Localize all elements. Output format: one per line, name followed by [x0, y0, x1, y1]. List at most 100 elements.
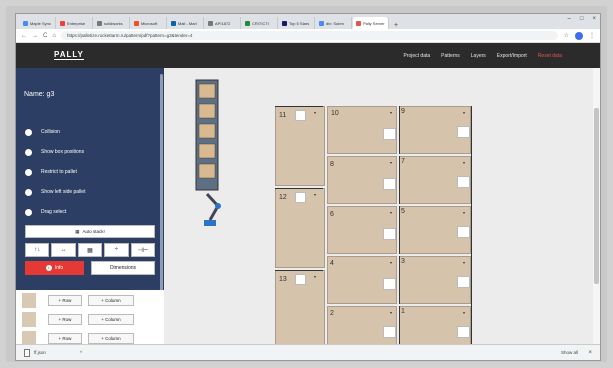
info-label: Info — [54, 265, 64, 271]
menu-patterns[interactable]: Patterns — [441, 53, 460, 59]
toggle-knob[interactable] — [25, 168, 32, 176]
box-swatch — [22, 312, 36, 327]
box-label: 8 — [330, 161, 334, 168]
chevron-up-icon[interactable]: ^ — [80, 350, 82, 355]
tab-favicon-icon — [171, 20, 176, 26]
toggle-knob[interactable] — [25, 188, 32, 196]
browser-tab[interactable]: Pally Server — [353, 17, 389, 29]
menu-export-import[interactable]: Export/Import — [497, 53, 527, 59]
toggle-show-left-side-pallet[interactable]: Show left side pallet — [25, 182, 85, 202]
box-menu-icon[interactable]: ▾ — [463, 260, 465, 265]
home-icon[interactable]: ⌂ — [52, 33, 56, 39]
show-all-link[interactable]: Show all — [561, 350, 578, 355]
box-handle[interactable] — [295, 110, 306, 121]
toggle-knob[interactable] — [25, 148, 32, 156]
maximize-icon[interactable]: □ — [580, 16, 584, 22]
auto-stack-button[interactable]: ▦ Auto stack! — [25, 225, 155, 238]
box-menu-icon[interactable]: ▾ — [390, 260, 392, 265]
box-menu-icon[interactable]: ▾ — [463, 160, 465, 165]
box-menu-icon[interactable]: ▾ — [314, 274, 316, 279]
box-label: 13 — [279, 276, 287, 283]
forward-icon[interactable]: → — [32, 33, 38, 39]
add-column-button[interactable]: + Column — [88, 333, 134, 344]
box-handle[interactable] — [457, 226, 470, 238]
box-handle[interactable] — [383, 326, 396, 338]
box-menu-icon[interactable]: ▾ — [390, 310, 392, 315]
download-item[interactable]: ff.json ^ — [24, 348, 82, 357]
box-handle[interactable] — [383, 178, 396, 190]
box-handle[interactable] — [295, 192, 306, 203]
tab-label: div: Subm — [326, 20, 344, 26]
url-field[interactable]: https://palletize.rockettarm.ru/pattern/… — [60, 31, 558, 40]
app-menu: Project data Patterns Layers Export/Impo… — [403, 43, 562, 68]
box-handle[interactable] — [383, 228, 396, 240]
browser-tab[interactable]: Mail - Mari — [168, 17, 204, 29]
box-menu-icon[interactable]: ▾ — [463, 310, 465, 315]
center-vertical-icon[interactable]: ÷ — [104, 243, 129, 257]
minimize-icon[interactable]: – — [568, 16, 571, 22]
pattern-canvas[interactable]: 11 ▾ 12 ▾ 13 ▾ 10 ▾ 8 ▾ 6 ▾ 4 ▾ 2 ▾ 9 ▾ … — [164, 68, 600, 354]
box-handle[interactable] — [295, 274, 306, 285]
scrollbar-thumb[interactable] — [594, 108, 599, 284]
browser-tab[interactable]: CRITICTI — [242, 17, 278, 29]
dimensions-button[interactable]: Dimensions — [91, 261, 155, 275]
grid-icon[interactable]: ▦ — [77, 243, 103, 257]
browser-tab[interactable]: API1872 — [205, 17, 241, 29]
canvas-scrollbar[interactable] — [593, 68, 600, 344]
browser-tab[interactable]: div: Subm — [316, 17, 352, 29]
box-handle[interactable] — [383, 128, 396, 140]
browser-tab[interactable]: solidworks — [94, 17, 130, 29]
toggle-show-box-positions[interactable]: Show box positions — [25, 142, 85, 162]
box-menu-icon[interactable]: ▾ — [390, 210, 392, 215]
toggle-label: Collision — [41, 129, 60, 135]
box-menu-icon[interactable]: ▾ — [463, 210, 465, 215]
toggle-drag-select[interactable]: Drag select — [25, 202, 85, 222]
box-menu-icon[interactable]: ▾ — [390, 110, 392, 115]
menu-layers[interactable]: Layers — [471, 53, 486, 59]
flip-horizontal-icon[interactable]: ↔ — [51, 243, 76, 257]
browser-menu-icon[interactable]: ⋮ — [589, 32, 595, 39]
browser-tab[interactable]: Maple Sync — [20, 17, 56, 29]
box-edge — [399, 256, 400, 304]
flip-vertical-icon[interactable]: ↑↓ — [25, 243, 50, 257]
add-row-button[interactable]: + Row — [48, 333, 82, 344]
box-handle[interactable] — [457, 326, 470, 338]
box-label: 2 — [330, 310, 334, 317]
toggle-collision[interactable]: Collision — [25, 122, 85, 142]
add-column-button[interactable]: + Column — [88, 295, 134, 306]
toggle-label: Show left side pallet — [41, 189, 86, 195]
tab-favicon-icon — [134, 20, 139, 26]
back-icon[interactable]: ← — [21, 33, 27, 39]
toggle-knob[interactable] — [25, 128, 32, 136]
browser-tab[interactable]: Top 5 Stars — [279, 17, 315, 29]
menu-project-data[interactable]: Project data — [403, 53, 430, 59]
bookmark-star-icon[interactable]: ☆ — [564, 32, 569, 39]
browser-tab[interactable]: Enterprise — [57, 17, 93, 29]
close-window-icon[interactable]: × — [592, 16, 596, 22]
box-handle[interactable] — [457, 276, 470, 288]
browser-tab[interactable]: Microsoft — [131, 17, 167, 29]
toggle-restrict-to-pallet[interactable]: Restrict to pallet — [25, 162, 85, 182]
info-button[interactable]: i Info — [25, 261, 84, 275]
box-handle[interactable] — [383, 278, 396, 290]
add-row-button[interactable]: + Row — [48, 295, 82, 306]
box-handle[interactable] — [457, 176, 470, 188]
box-menu-icon[interactable]: ▾ — [314, 110, 316, 115]
box-menu-icon[interactable]: ▾ — [390, 160, 392, 165]
profile-avatar[interactable] — [575, 31, 583, 40]
center-horizontal-icon[interactable]: ⊣⊢ — [130, 243, 156, 257]
pally-logo[interactable]: PALLY — [54, 51, 84, 60]
box-menu-icon[interactable]: ▾ — [463, 110, 465, 115]
sidebar-scrollbar[interactable] — [160, 74, 163, 298]
add-column-button[interactable]: + Column — [88, 314, 134, 325]
download-filename: ff.json — [34, 350, 46, 355]
close-icon[interactable]: × — [588, 350, 592, 356]
add-row-button[interactable]: + Row — [48, 314, 82, 325]
box-menu-icon[interactable]: ▾ — [314, 192, 316, 197]
toggle-knob[interactable] — [25, 208, 32, 216]
menu-reset-data[interactable]: Reset data — [538, 53, 562, 59]
new-tab-button[interactable]: + — [394, 22, 398, 29]
box-label: 9 — [401, 108, 405, 115]
box-handle[interactable] — [457, 126, 470, 138]
reload-icon[interactable]: C — [43, 33, 47, 39]
